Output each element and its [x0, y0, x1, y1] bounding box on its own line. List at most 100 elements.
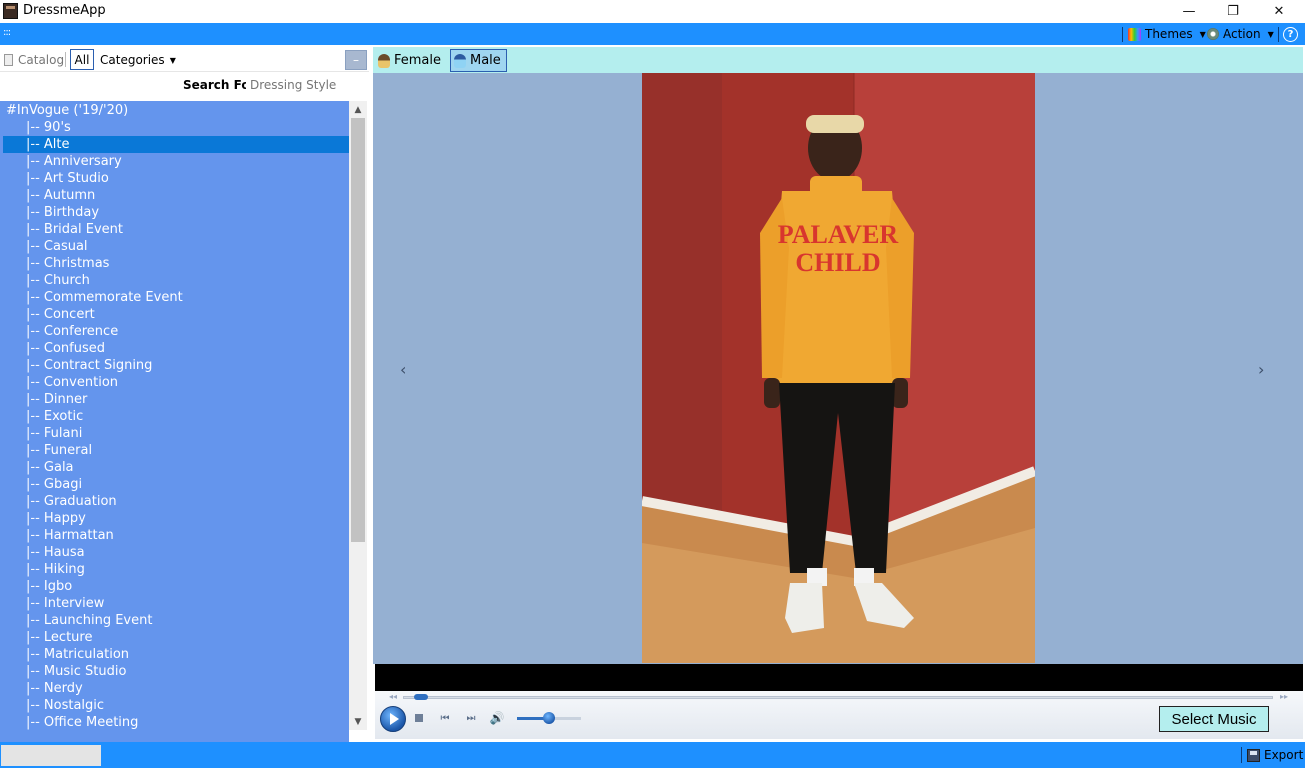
categories-dropdown[interactable]: Categories ▼ [100, 51, 176, 69]
chevron-down-icon: ▼ [169, 55, 176, 65]
tree-item[interactable]: |-- Gala [0, 459, 349, 476]
volume-thumb[interactable] [543, 712, 555, 724]
save-icon [1247, 748, 1260, 762]
tree-item-label: Convention [43, 375, 119, 390]
tree-item[interactable]: |-- Anniversary [0, 153, 349, 170]
seek-bar[interactable] [403, 696, 1273, 699]
tree-item[interactable]: |-- Birthday [0, 204, 349, 221]
close-button[interactable]: ✕ [1256, 0, 1302, 23]
action-menu-button[interactable]: Action ▼ [1207, 25, 1274, 43]
help-icon[interactable]: ? [1283, 27, 1298, 42]
volume-icon[interactable]: 🔊 [490, 711, 505, 725]
seek-forward-icon[interactable]: ▸▸ [1280, 692, 1288, 701]
tree-item[interactable]: |-- Confused [0, 340, 349, 357]
themes-menu-button[interactable]: Themes ▼ [1128, 25, 1206, 43]
tree-item[interactable]: |-- Funeral [0, 442, 349, 459]
previous-image-icon[interactable]: ‹ [400, 360, 406, 379]
tree-branch-prefix: |-- [26, 290, 40, 305]
tree-item-label: Church [43, 273, 90, 288]
seek-back-icon[interactable]: ◂◂ [389, 692, 397, 701]
stop-icon[interactable] [412, 711, 426, 725]
tree-item[interactable]: |-- Contract Signing [0, 357, 349, 374]
gear-icon [1207, 28, 1219, 40]
tree-item[interactable]: |-- Happy [0, 510, 349, 527]
tree-item[interactable]: |-- Fulani [0, 425, 349, 442]
minimize-button[interactable]: — [1166, 0, 1212, 23]
tab-male[interactable]: Male [450, 49, 507, 72]
tree-item[interactable]: |-- Concert [0, 306, 349, 323]
tree-item[interactable]: |-- Conference [0, 323, 349, 340]
tree-item[interactable]: |-- Graduation [0, 493, 349, 510]
tree-item[interactable]: |-- Interview [0, 595, 349, 612]
tree-branch-prefix: |-- [26, 120, 40, 135]
tree-item[interactable]: |-- Hiking [0, 561, 349, 578]
tree-item[interactable]: |-- Matriculation [0, 646, 349, 663]
previous-track-icon[interactable]: ⏮ [438, 711, 452, 725]
scroll-up-icon[interactable]: ▲ [349, 101, 367, 118]
tree-item[interactable]: |-- Bridal Event [0, 221, 349, 238]
video-area [375, 664, 1303, 691]
tree-item[interactable]: |-- Art Studio [0, 170, 349, 187]
next-image-icon[interactable]: › [1258, 360, 1264, 379]
export-button[interactable]: Export [1247, 746, 1303, 764]
search-input[interactable] [246, 75, 364, 95]
shirt-text-line1: PALAVER [778, 220, 899, 249]
tree-item[interactable]: |-- Commemorate Event [0, 289, 349, 306]
tree-item[interactable]: |-- Autumn [0, 187, 349, 204]
window-title: DressmeApp [23, 3, 106, 18]
tree-item-label: Happy [43, 511, 86, 526]
play-button[interactable] [380, 706, 406, 732]
tree-item[interactable]: |-- Lecture [0, 629, 349, 646]
tab-male-label: Male [470, 53, 501, 68]
scroll-down-icon[interactable]: ▼ [349, 713, 367, 730]
tree-branch-prefix: |-- [26, 137, 40, 152]
tree-item[interactable]: |-- Harmattan [0, 527, 349, 544]
select-music-button[interactable]: Select Music [1159, 706, 1269, 732]
tree-branch-prefix: |-- [26, 341, 40, 356]
tree-item[interactable]: |-- Dinner [0, 391, 349, 408]
app-icon [3, 3, 18, 19]
tree-item-label: Alte [43, 137, 70, 152]
next-track-icon[interactable]: ⏭ [464, 711, 478, 725]
tree-branch-prefix: |-- [26, 494, 40, 509]
tree-item[interactable]: |-- Nerdy [0, 680, 349, 697]
toolbar-separator [1122, 27, 1123, 42]
tree-item[interactable]: |-- Christmas [0, 255, 349, 272]
categories-label: Categories [100, 53, 165, 67]
tree-branch-prefix: |-- [26, 222, 40, 237]
scrollbar-thumb[interactable] [351, 118, 365, 542]
tree-item[interactable]: |-- Music Studio [0, 663, 349, 680]
tree-branch-prefix: |-- [26, 681, 40, 696]
tree-item-label: Gbagi [43, 477, 83, 492]
maximize-button[interactable]: ❐ [1210, 0, 1256, 23]
tree-branch-prefix: |-- [26, 375, 40, 390]
tree-item-label: Lecture [43, 630, 93, 645]
tree-branch-prefix: |-- [26, 443, 40, 458]
tree-item[interactable]: |-- Launching Event [0, 612, 349, 629]
catalog-button[interactable]: Catalog [4, 51, 64, 69]
tree-item[interactable]: |-- Exotic [0, 408, 349, 425]
seek-thumb[interactable] [413, 694, 428, 700]
toolbar-grip-icon[interactable]: ::: [3, 27, 11, 39]
tree-branch-prefix: |-- [26, 392, 40, 407]
tree-item[interactable]: |-- Gbagi [0, 476, 349, 493]
status-bar [0, 742, 1305, 768]
tab-female-label: Female [393, 53, 441, 68]
tree-item-label: Igbo [43, 579, 73, 594]
chevron-down-icon: ▼ [1267, 29, 1274, 39]
tree-item[interactable]: |-- Casual [0, 238, 349, 255]
tree-root-label[interactable]: #InVogue ('19/'20) [6, 102, 128, 119]
all-filter-button[interactable]: All [70, 49, 94, 70]
tree-item[interactable]: |-- Nostalgic [0, 697, 349, 714]
tree-item[interactable]: |-- Office Meeting [0, 714, 349, 731]
tree-item[interactable]: |-- Convention [0, 374, 349, 391]
tree-item[interactable]: |-- Alte [3, 136, 349, 153]
tree-item[interactable]: |-- 90's [0, 119, 349, 136]
tree-item[interactable]: |-- Igbo [0, 578, 349, 595]
collapse-panel-button[interactable]: – [345, 50, 367, 70]
tree-item[interactable]: |-- Church [0, 272, 349, 289]
status-field [1, 745, 101, 766]
tree-item-label: Matriculation [43, 647, 130, 662]
tree-item[interactable]: |-- Hausa [0, 544, 349, 561]
tab-female[interactable]: Female [375, 50, 441, 71]
